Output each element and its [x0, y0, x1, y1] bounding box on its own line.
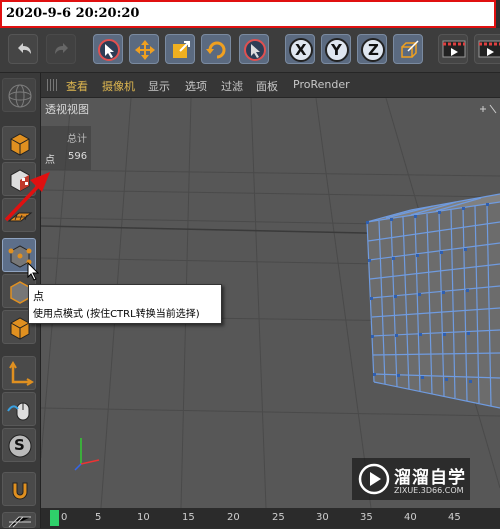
- sphere-icon: [8, 84, 32, 108]
- tweak-mode-button[interactable]: [2, 392, 36, 426]
- x-axis-button[interactable]: X: [285, 34, 315, 64]
- move-icon: [135, 40, 155, 60]
- menu-display[interactable]: 显示: [148, 78, 170, 94]
- scale-button[interactable]: [165, 34, 195, 64]
- live-select-button[interactable]: [93, 34, 123, 64]
- model-mode-icon: [10, 133, 30, 156]
- render-view-button[interactable]: [438, 34, 468, 64]
- timeline-mark: 15: [182, 512, 195, 523]
- annotation-arrow-icon: [4, 172, 50, 222]
- snap-button[interactable]: [2, 472, 36, 506]
- undo-icon: [18, 43, 31, 54]
- timeline-mark: 35: [360, 512, 373, 523]
- select-icon: [244, 39, 266, 61]
- watermark-url: ZIXUE.3D66.COM: [394, 486, 464, 495]
- axis-icon: [9, 361, 34, 386]
- hud-points-value: 596: [68, 151, 88, 162]
- render-icon: [478, 40, 500, 58]
- coord-system-icon: [401, 40, 419, 58]
- tweak-mouse-icon: [7, 402, 30, 421]
- mouse-cursor-icon: [27, 262, 40, 281]
- timeline-ruler[interactable]: 0 5 10 15 20 25 30 35 40 45: [41, 508, 500, 528]
- menu-options[interactable]: 选项: [185, 78, 207, 94]
- viewport-nav-icons[interactable]: [478, 100, 498, 119]
- tooltip-title: 点: [33, 290, 44, 303]
- menu-view[interactable]: 查看: [66, 78, 88, 94]
- menu-prorender[interactable]: ProRender: [293, 78, 350, 91]
- menu-grip-icon: [47, 79, 57, 91]
- timeline-mark: 10: [137, 512, 150, 523]
- timeline-mark: 20: [227, 512, 240, 523]
- select-tool-button[interactable]: [239, 34, 269, 64]
- viewport-nav-icon: [480, 104, 497, 114]
- timeline-mark: 0: [61, 512, 68, 523]
- palette-sphere-button[interactable]: [2, 78, 36, 112]
- live-select-icon: [98, 39, 120, 61]
- timestamp-text: 2020-9-6 20:20:20: [6, 6, 140, 21]
- viewport-title: 透视视图: [45, 103, 89, 116]
- hud-statistics: 总计 点 596: [41, 126, 91, 170]
- render-button[interactable]: [474, 34, 500, 64]
- tooltip-description: 使用点模式 (按住CTRL转换当前选择): [33, 309, 200, 320]
- move-button[interactable]: [129, 34, 159, 64]
- watermark-name: 溜溜自学: [394, 468, 466, 488]
- timeline-mark: 25: [272, 512, 285, 523]
- coord-system-button[interactable]: [393, 34, 423, 64]
- hud-header: 总计: [67, 134, 87, 145]
- scale-icon: [173, 41, 190, 58]
- timeline-mark: 5: [95, 512, 102, 523]
- model-mode-button[interactable]: [2, 126, 36, 160]
- undo-button[interactable]: [8, 34, 38, 64]
- z-axis-button[interactable]: Z: [357, 34, 387, 64]
- axis-mode-button[interactable]: [2, 356, 36, 390]
- point-mode-tooltip: 点 使用点模式 (按住CTRL转换当前选择): [28, 284, 222, 324]
- magnet-icon: [12, 482, 28, 500]
- y-axis-label: Y: [331, 41, 342, 59]
- solo-button[interactable]: S: [2, 428, 36, 462]
- render-view-icon: [442, 40, 466, 58]
- x-axis-label: X: [295, 41, 307, 59]
- redo-button[interactable]: [46, 34, 76, 64]
- watermark-logo-icon: [358, 463, 390, 495]
- timeline-mark: 30: [316, 512, 329, 523]
- timeline-current-frame[interactable]: [50, 510, 59, 526]
- rotate-button[interactable]: [201, 34, 231, 64]
- viewport-menu-bar: 查看 摄像机 显示 选项 过滤 面板 ProRender: [41, 73, 500, 98]
- grid-icon: [8, 516, 31, 528]
- rotate-icon: [206, 41, 226, 59]
- hud-points-label: 点: [45, 155, 55, 166]
- grid-button[interactable]: [2, 512, 36, 528]
- z-axis-label: Z: [368, 41, 379, 59]
- watermark: 溜溜自学 ZIXUE.3D66.COM: [352, 458, 470, 500]
- redo-icon: [55, 43, 68, 54]
- timeline-mark: 45: [448, 512, 461, 523]
- solo-letter: S: [14, 436, 25, 454]
- menu-filter[interactable]: 过滤: [221, 78, 243, 94]
- menu-panel[interactable]: 面板: [256, 78, 278, 94]
- timeline-mark: 40: [404, 512, 417, 523]
- menu-camera[interactable]: 摄像机: [102, 78, 135, 94]
- y-axis-button[interactable]: Y: [321, 34, 351, 64]
- timestamp-bar: 2020-9-6 20:20:20: [0, 0, 496, 28]
